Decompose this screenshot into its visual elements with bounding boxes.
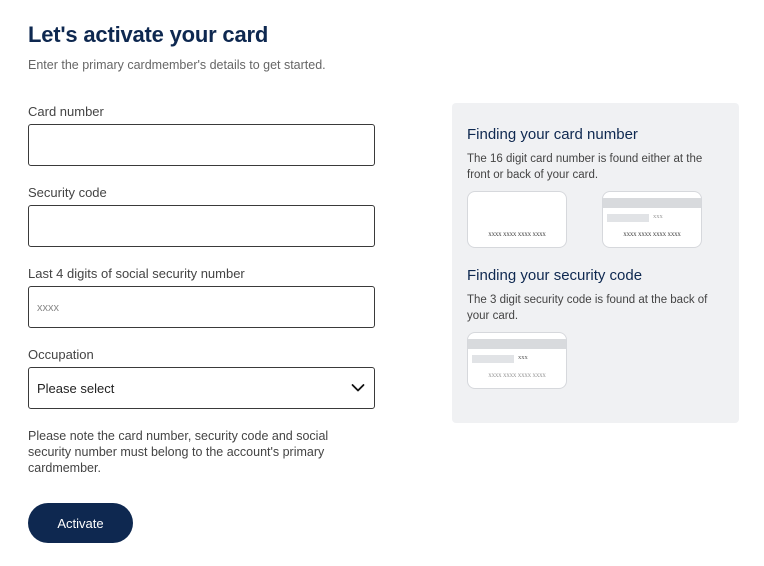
security-code-label: Security code xyxy=(28,185,107,200)
security-code-highlight: xxx xyxy=(518,354,528,361)
page-title: Let's activate your card xyxy=(28,22,269,47)
occupation-label: Occupation xyxy=(28,347,94,362)
activate-button[interactable]: Activate xyxy=(28,503,133,543)
ssn-last4-input[interactable] xyxy=(28,286,375,328)
magnetic-strip xyxy=(468,339,566,349)
help-card-number-title: Finding your card number xyxy=(467,126,638,143)
card-front-number: xxxx xxxx xxxx xxxx xyxy=(488,230,546,238)
card-back-code: xxx xyxy=(653,213,663,220)
security-card-illustration: xxx xxxx xxxx xxxx xxxx xyxy=(467,332,567,389)
page-subtitle: Enter the primary cardmember's details t… xyxy=(28,58,326,72)
occupation-select[interactable]: Please select xyxy=(28,367,375,409)
card-number-input[interactable] xyxy=(28,124,375,166)
card-back-number: xxxx xxxx xxxx xxxx xyxy=(623,230,681,238)
signature-panel xyxy=(607,214,649,222)
help-security-code-text: The 3 digit security code is found at th… xyxy=(467,294,708,322)
card-front-illustration: xxxx xxxx xxxx xxxx xyxy=(467,191,567,248)
help-panel: Finding your card number The 16 digit ca… xyxy=(452,103,739,423)
security-card-number: xxxx xxxx xxxx xxxx xyxy=(488,371,546,379)
magnetic-strip xyxy=(603,198,701,208)
ownership-note: Please note the card number, security co… xyxy=(28,429,329,475)
help-security-code-title: Finding your security code xyxy=(467,267,643,284)
occupation-selected-value: Please select xyxy=(37,380,115,396)
security-code-input[interactable] xyxy=(28,205,375,247)
help-card-number-text: The 16 digit card number is found either… xyxy=(467,153,703,181)
signature-panel xyxy=(472,355,514,363)
card-number-label: Card number xyxy=(28,104,104,119)
card-back-illustration: xxx xxxx xxxx xxxx xxxx xyxy=(602,191,702,248)
ssn-last4-label: Last 4 digits of social security number xyxy=(28,266,245,281)
chevron-down-icon xyxy=(350,380,366,396)
